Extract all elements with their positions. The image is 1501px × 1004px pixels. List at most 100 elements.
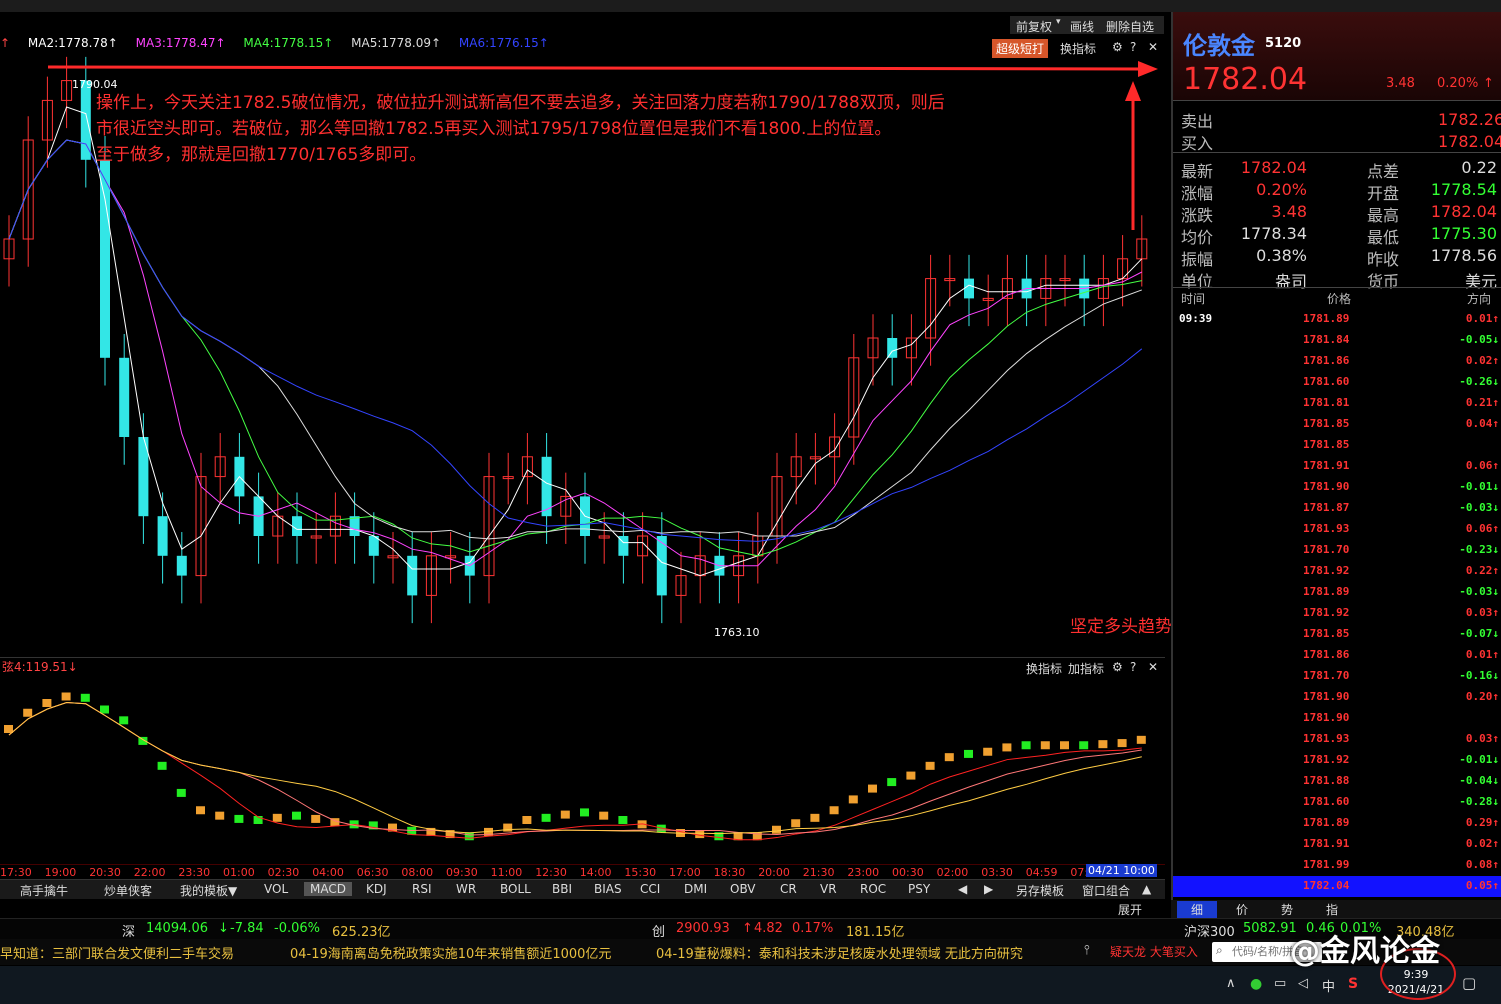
tick-direction: -0.16↓ (1459, 669, 1499, 682)
tick-row[interactable]: 1781.92 0.22↑ (1173, 561, 1501, 582)
tab-16[interactable]: ROC (860, 882, 886, 896)
indicator-chart[interactable] (0, 675, 1165, 865)
chevron-left-icon[interactable]: ◀ (958, 882, 967, 896)
tab-right-0[interactable]: 另存模板 (1016, 882, 1064, 899)
indicator-help-icon[interactable]: ? (1126, 659, 1140, 675)
tab-2[interactable]: 我的模板▼ (180, 882, 237, 899)
tab-11[interactable]: CCI (640, 882, 660, 896)
tick-row[interactable]: 1781.70 -0.16↓ (1173, 666, 1501, 687)
tab-6[interactable]: RSI (412, 882, 432, 896)
tick-price: 1781.60 (1303, 795, 1350, 808)
tick-row[interactable]: 1781.90 (1173, 708, 1501, 729)
tab-12[interactable]: DMI (684, 882, 707, 896)
tick-row[interactable]: 1781.89 -0.03↓ (1173, 582, 1501, 603)
collapse-icon[interactable]: ▲ (1142, 882, 1151, 896)
tab-1[interactable]: 炒单侠客 (104, 882, 152, 899)
help-icon[interactable]: ? (1126, 39, 1140, 55)
time-tick: 02:00 (936, 866, 969, 879)
tick-row[interactable]: 1781.92 -0.01↓ (1173, 750, 1501, 771)
tab-3[interactable]: VOL (264, 882, 288, 896)
delete-watchlist-button[interactable]: 删除自选 (1102, 17, 1158, 36)
arrowhead-right-icon (1138, 61, 1158, 77)
fuquan-dropdown[interactable]: 前复权 (1012, 17, 1056, 36)
tick-row[interactable]: 09:39 1781.89 0.01↑ (1173, 309, 1501, 330)
tick-row[interactable]: 1781.85 -0.07↓ (1173, 624, 1501, 645)
annotation-line-2: 市很近空头即可。若破位，那么等回撤1782.5再买入测试1795/1798位置但… (96, 119, 892, 139)
draw-line-button[interactable]: 画线 (1066, 17, 1098, 36)
expand-button[interactable]: 展开 (1118, 901, 1142, 918)
tick-row[interactable]: 1781.91 0.06↑ (1173, 456, 1501, 477)
tick-row[interactable]: 1781.85 0.04↑ (1173, 414, 1501, 435)
indicator-bar (1060, 741, 1069, 750)
tick-row[interactable]: 1781.86 0.02↑ (1173, 351, 1501, 372)
news-item[interactable]: 早知道：三部门联合发文便利二手车交易 (0, 943, 234, 962)
candle-body (157, 516, 168, 556)
chevron-right-icon[interactable]: ▶ (984, 882, 993, 896)
down-arrow-icon: ↓ (218, 921, 229, 936)
panel-tab[interactable]: 细 (1177, 901, 1217, 918)
indicator-bar (292, 811, 301, 820)
chevron-down-icon[interactable]: ▾ (1056, 17, 1061, 27)
tick-row[interactable]: 1781.87 -0.03↓ (1173, 498, 1501, 519)
tick-row[interactable]: 1781.86 0.01↑ (1173, 645, 1501, 666)
ime-indicator[interactable]: 中 (1322, 976, 1335, 995)
tab-4[interactable]: MACD (304, 882, 352, 896)
chevron-up-icon[interactable]: ∧ (1226, 976, 1236, 991)
tab-right-1[interactable]: 窗口组合 (1082, 882, 1130, 899)
time-tick: 14:00 (579, 866, 612, 879)
tab-15[interactable]: VR (820, 882, 837, 896)
tick-direction: -0.04↓ (1459, 774, 1499, 787)
tick-row[interactable]: 1781.88 -0.04↓ (1173, 771, 1501, 792)
tick-list[interactable]: 09:39 1781.89 0.01↑ 1781.84 -0.05↓ 1781.86 0.0… (1173, 309, 1501, 899)
ma-line (8, 139, 1143, 567)
tab-10[interactable]: BIAS (594, 882, 622, 896)
tab-9[interactable]: BBI (552, 882, 572, 896)
tick-row[interactable]: 1782.04 0.05↑ (1173, 876, 1501, 897)
tick-price: 1781.85 (1303, 417, 1350, 430)
tab-7[interactable]: WR (456, 882, 476, 896)
tick-row[interactable]: 1781.93 0.03↑ (1173, 729, 1501, 750)
sogou-icon[interactable]: S (1348, 976, 1358, 992)
field-label: 最低 (1367, 228, 1400, 247)
tick-row[interactable]: 1781.84 -0.05↓ (1173, 330, 1501, 351)
panel-tab[interactable]: 势 (1267, 901, 1307, 918)
tick-row[interactable]: 1781.91 0.02↑ (1173, 834, 1501, 855)
gear-icon[interactable]: ⚙ (1108, 39, 1127, 55)
indicator-bar (944, 753, 954, 762)
close-icon[interactable]: ✕ (1144, 39, 1162, 55)
time-tick: 22:00 (133, 866, 166, 879)
tick-row[interactable]: 1781.90 0.20↑ (1173, 687, 1501, 708)
title-bar (0, 0, 1501, 12)
indicator-gear-icon[interactable]: ⚙ (1108, 659, 1127, 675)
indicator-close-icon[interactable]: ✕ (1144, 659, 1162, 675)
wechat-icon[interactable]: ● (1250, 976, 1262, 992)
tab-13[interactable]: OBV (730, 882, 756, 896)
tab-5[interactable]: KDJ (366, 882, 387, 896)
news-item[interactable]: 04-19董秘爆料：泰和科技未涉足核废水处理领域 无此方向研究 (656, 943, 1023, 962)
watermark-text: @金风论金 (1290, 934, 1440, 969)
volume-icon[interactable]: ◁ (1298, 976, 1308, 991)
tick-row[interactable]: 1781.89 0.29↑ (1173, 813, 1501, 834)
tick-row[interactable]: 1781.81 0.21↑ (1173, 393, 1501, 414)
news-alert[interactable]: 疑天龙 大笔买入 (1110, 943, 1198, 960)
notification-icon[interactable]: ▢ (1462, 974, 1476, 992)
tick-row[interactable]: 1781.70 -0.23↓ (1173, 540, 1501, 561)
tick-row[interactable]: 1781.60 -0.26↓ (1173, 372, 1501, 393)
panel-tab[interactable]: 价 (1222, 901, 1262, 918)
tick-direction: -0.28↓ (1459, 795, 1499, 808)
tick-row[interactable]: 1781.99 0.08↑ (1173, 855, 1501, 876)
tick-row[interactable]: 1781.93 0.06↑ (1173, 519, 1501, 540)
ticks-header-time: 时间 (1181, 292, 1206, 306)
tab-0[interactable]: 高手擒牛 (20, 882, 68, 899)
panel-tab[interactable]: 指 (1312, 901, 1352, 918)
network-icon[interactable]: ▭ (1274, 976, 1286, 991)
tick-row[interactable]: 1781.60 -0.28↓ (1173, 792, 1501, 813)
tab-17[interactable]: PSY (908, 882, 930, 896)
news-item[interactable]: 04-19海南离岛免税政策实施10年来销售额近1000亿元 (290, 943, 611, 962)
ma-line (8, 139, 1143, 542)
tick-row[interactable]: 1781.92 0.03↑ (1173, 603, 1501, 624)
tab-14[interactable]: CR (780, 882, 797, 896)
tick-row[interactable]: 1781.85 (1173, 435, 1501, 456)
tick-row[interactable]: 1781.90 -0.01↓ (1173, 477, 1501, 498)
tab-8[interactable]: BOLL (500, 882, 531, 896)
